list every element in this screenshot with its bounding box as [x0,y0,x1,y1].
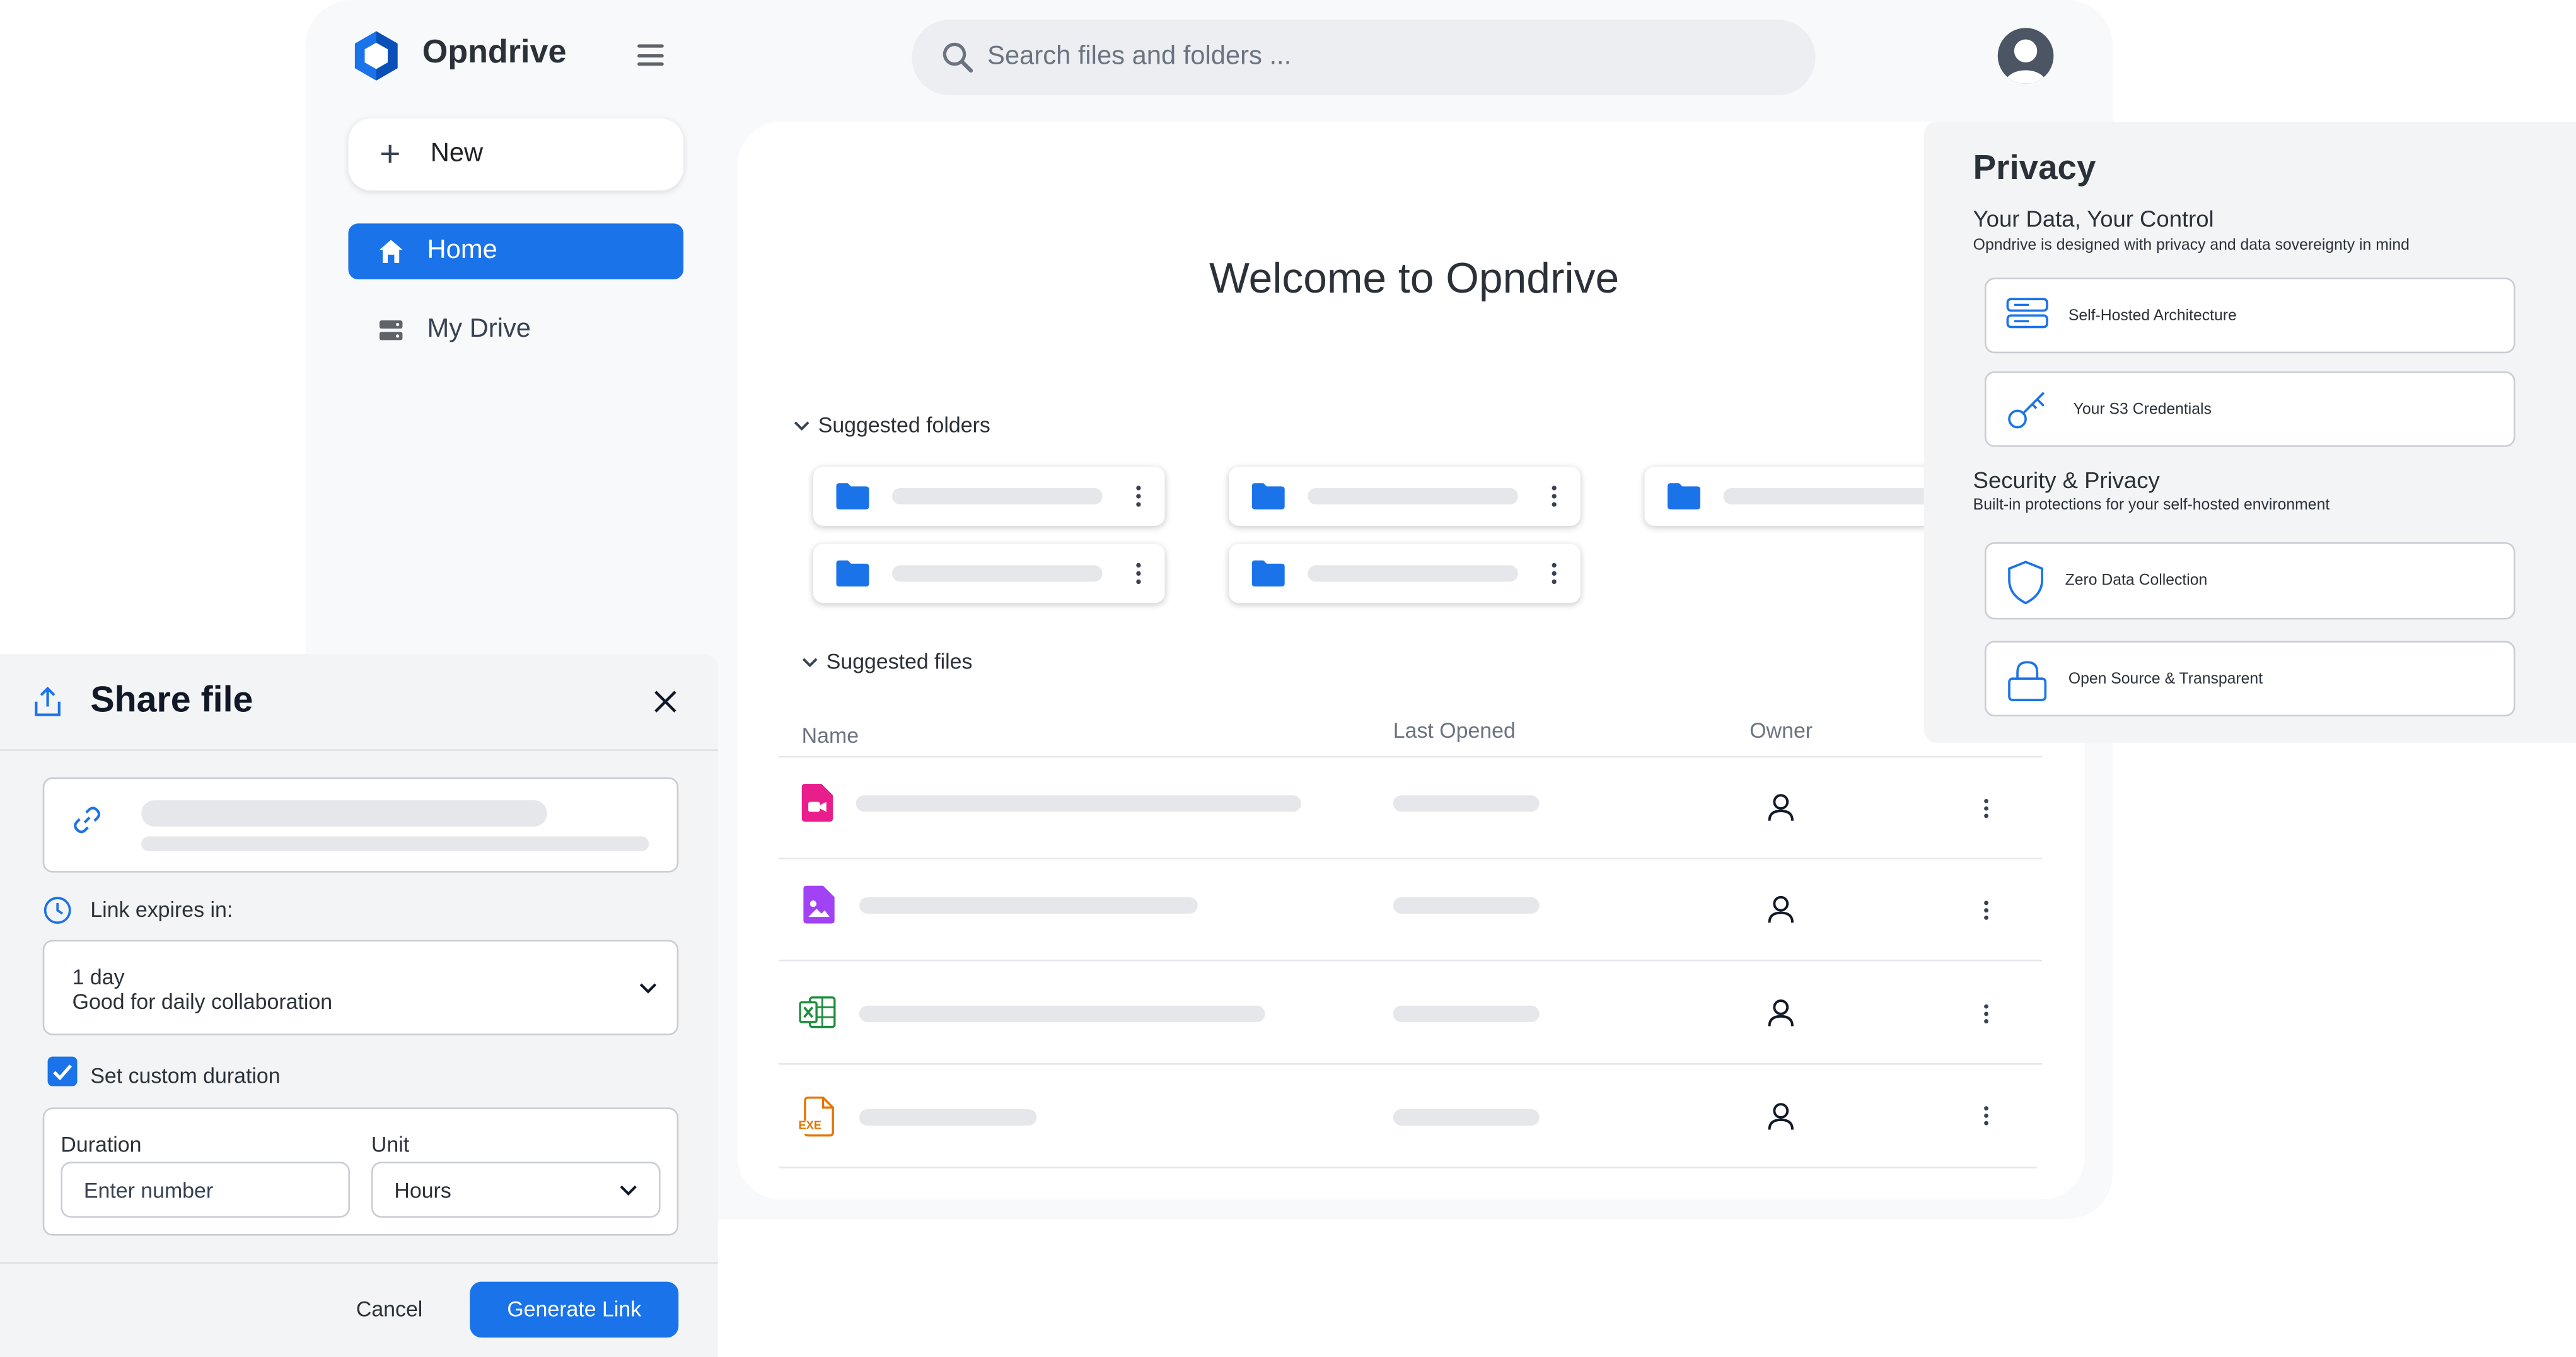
folder-icon [836,560,869,587]
more-vert-icon[interactable] [1983,900,1989,920]
chevron-down-icon[interactable] [794,421,810,431]
generate-link-button[interactable]: Generate Link [470,1281,679,1338]
folder-icon [1667,483,1701,510]
sidebar-item-my-drive[interactable]: My Drive [348,302,683,358]
shield-icon [2008,561,2043,605]
image-file-icon [803,885,835,924]
key-icon [2008,392,2045,429]
server-icon [2006,298,2048,329]
privacy-item-label: Self-Hosted Architecture [2068,307,2237,325]
expires-label: Link expires in: [90,897,233,922]
custom-duration-label[interactable]: Set custom duration [90,1063,280,1088]
close-icon[interactable] [654,690,676,713]
new-button[interactable]: + New [348,118,684,191]
avatar[interactable] [1997,28,2054,84]
video-file-icon [801,784,833,822]
duration-label: Duration [61,1132,142,1157]
column-header-owner[interactable]: Owner [1749,718,1813,743]
plus-icon: + [379,133,401,175]
folder-icon [836,483,869,510]
privacy-item-open-source[interactable]: Open Source & Transparent [1984,641,2515,717]
privacy-item-self-hosted[interactable]: Self-Hosted Architecture [1984,277,2515,354]
person-icon [1768,794,1794,821]
privacy-section-subtitle: Built-in protections for your self-hoste… [1973,496,2330,515]
chevron-down-icon[interactable] [802,657,818,667]
unit-select[interactable]: Hours [371,1162,661,1218]
share-dialog-title: Share file [90,678,253,720]
sidebar-item-home[interactable]: Home [348,223,684,280]
privacy-item-zero-data[interactable]: Zero Data Collection [1984,542,2515,620]
privacy-item-label: Zero Data Collection [2065,571,2208,590]
clock-icon [44,897,71,924]
user-avatar-icon [2004,39,2047,84]
lock-icon [2008,661,2047,701]
privacy-item-label: Your S3 Credentials [2073,400,2212,419]
link-icon [74,807,101,834]
more-vert-icon[interactable] [1983,1004,1989,1023]
custom-duration-checkbox[interactable] [47,1056,78,1086]
privacy-section-title: Security & Privacy [1973,467,2160,493]
duration-placeholder: Enter number [83,1178,214,1203]
more-vert-icon[interactable] [1983,1106,1989,1126]
menu-icon[interactable] [637,44,664,66]
home-icon [379,240,403,263]
brand-name: Opndrive [422,34,567,71]
expiry-description: Good for daily collaboration [72,989,333,1014]
privacy-section-title: Your Data, Your Control [1973,205,2214,232]
new-button-label: New [430,139,484,168]
privacy-item-label: Open Source & Transparent [2068,670,2263,689]
folder-card[interactable] [1229,467,1581,526]
page-title: Welcome to Opndrive [1209,253,1620,303]
expiry-value: 1 day [72,964,125,989]
suggested-folders-heading[interactable]: Suggested folders [818,412,990,437]
cancel-button[interactable]: Cancel [340,1282,438,1338]
sidebar-item-label: My Drive [427,315,531,344]
more-vert-icon[interactable] [1551,562,1557,585]
privacy-section-subtitle: Opndrive is designed with privacy and da… [1973,236,2410,255]
share-link-box[interactable] [42,777,679,873]
privacy-item-s3-credentials[interactable]: Your S3 Credentials [1984,371,2515,447]
suggested-files-heading[interactable]: Suggested files [827,649,973,673]
exe-badge: EXE [798,1121,821,1133]
folder-card[interactable] [813,467,1165,526]
privacy-title: Privacy [1973,149,2096,188]
duration-input[interactable]: Enter number [61,1162,351,1218]
chevron-down-icon [620,1185,637,1196]
chevron-down-icon [639,983,657,994]
folder-card[interactable] [1229,544,1581,603]
unit-value: Hours [394,1178,451,1203]
opndrive-logo-icon [354,31,398,81]
more-vert-icon[interactable] [1983,798,1989,818]
search-icon [943,42,973,73]
more-vert-icon[interactable] [1135,485,1142,508]
folder-card[interactable] [813,544,1165,603]
spreadsheet-file-icon [799,996,836,1028]
unit-label: Unit [371,1132,410,1157]
drive-icon [379,320,403,341]
person-icon [1768,1103,1794,1130]
column-header-last-opened[interactable]: Last Opened [1393,718,1516,743]
person-icon [1768,895,1794,923]
search-bar[interactable]: Search files and folders ... [912,20,1816,96]
more-vert-icon[interactable] [1551,485,1557,508]
column-header-name[interactable]: Name [802,723,859,748]
folder-icon [1251,560,1285,587]
sidebar-item-label: Home [427,236,497,265]
check-icon [53,1064,73,1081]
person-icon [1768,999,1794,1027]
more-vert-icon[interactable] [1135,562,1142,585]
share-icon [35,686,61,716]
folder-icon [1251,483,1285,510]
search-input[interactable]: Search files and folders ... [987,43,1291,73]
expiry-select[interactable]: 1 day Good for daily collaboration [42,940,679,1035]
